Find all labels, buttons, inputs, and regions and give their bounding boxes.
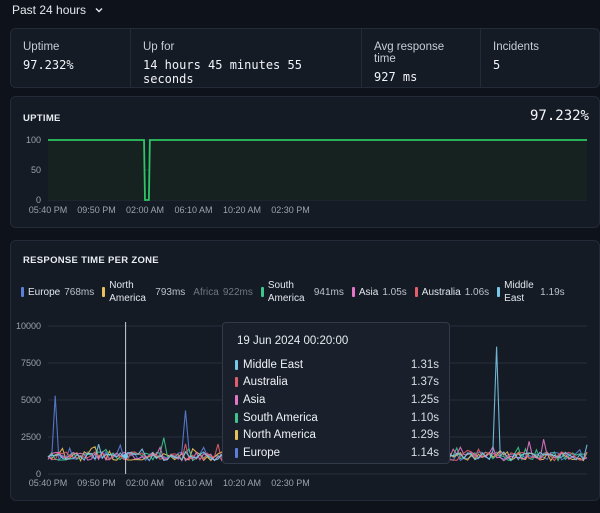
legend-zone-name: Middle East xyxy=(504,280,534,304)
response-x-tick: 10:20 AM xyxy=(223,478,261,488)
response-x-tick: 02:30 PM xyxy=(271,478,310,488)
stat-value: 97.232% xyxy=(23,58,74,72)
tooltip-row: North America 1.29s xyxy=(235,426,439,444)
tooltip-row: Middle East 1.31s xyxy=(235,356,439,374)
tooltip-swatch xyxy=(235,377,238,388)
legend-zone-name: Africa xyxy=(193,286,219,298)
legend-item-asia[interactable]: Asia 1.05s xyxy=(351,286,407,299)
response-y-tick: 7500 xyxy=(21,358,41,368)
chevron-down-icon xyxy=(95,8,103,13)
tooltip-rows: Middle East 1.31s Australia 1.37s Asia 1.25s S… xyxy=(235,356,439,462)
tooltip-zone-value: 1.14s xyxy=(410,446,439,459)
legend-item-middle-east[interactable]: Middle East 1.19s xyxy=(497,279,565,305)
time-range-selector[interactable]: Past 24 hours xyxy=(12,3,104,17)
tooltip-zone-name: Asia xyxy=(243,393,266,406)
response-y-tick: 2500 xyxy=(21,432,41,442)
uptime-x-tick: 02:00 AM xyxy=(126,205,164,215)
stat-value: 5 xyxy=(493,58,501,72)
tooltip-zone-name: Middle East xyxy=(243,358,304,371)
legend-zone-value: 1.05s xyxy=(382,286,407,298)
chart-tooltip: 19 Jun 2024 00:20:00 Middle East 1.31s Aus… xyxy=(222,322,450,464)
legend-zone-value: 768ms xyxy=(64,286,95,298)
stat-incidents: Incidents 5 xyxy=(481,29,599,87)
legend-swatch xyxy=(414,287,418,297)
legend-item-north-america[interactable]: North America 793ms xyxy=(102,279,185,305)
response-x-tick: 06:10 AM xyxy=(174,478,212,488)
uptime-title: UPTIME xyxy=(23,113,61,124)
uptime-x-tick: 05:40 PM xyxy=(29,205,68,215)
stat-value: 14 hours 45 minutes 55 seconds xyxy=(143,58,302,86)
response-time-title: RESPONSE TIME PER ZONE xyxy=(23,255,159,266)
legend-zone-name: South America xyxy=(267,280,305,304)
legend-swatch xyxy=(497,287,501,297)
legend-zone-value: 793ms xyxy=(155,286,186,298)
stat-label: Avg response time xyxy=(374,41,445,65)
legend-item-south-america[interactable]: South America 941ms xyxy=(260,279,344,305)
response-y-tick: 5000 xyxy=(21,395,41,405)
legend-item-europe[interactable]: Europe 768ms xyxy=(21,286,94,299)
zone-legend: Europe 768ms North America 793ms Africa 922ms… xyxy=(21,277,600,307)
response-x-tick: 02:00 AM xyxy=(126,478,164,488)
tooltip-swatch xyxy=(235,359,238,370)
response-y-tick: 10000 xyxy=(16,321,41,331)
response-x-tick: 09:50 PM xyxy=(77,478,116,488)
stat-label: Uptime xyxy=(23,41,60,53)
tooltip-swatch xyxy=(235,412,238,423)
legend-zone-value: 1.19s xyxy=(540,286,565,298)
tooltip-zone-value: 1.10s xyxy=(410,411,439,424)
tooltip-zone-name: Australia xyxy=(243,376,288,389)
legend-swatch xyxy=(21,287,24,297)
response-x-tick: 05:40 PM xyxy=(29,478,68,488)
uptime-x-tick: 10:20 AM xyxy=(223,205,261,215)
tooltip-zone-value: 1.29s xyxy=(410,429,439,442)
tooltip-zone-value: 1.37s xyxy=(410,376,439,389)
legend-zone-name: Australia xyxy=(421,286,461,298)
legend-zone-name: Asia xyxy=(358,286,379,298)
tooltip-zone-name: North America xyxy=(243,429,316,442)
legend-zone-name: North America xyxy=(109,280,146,304)
uptime-x-tick: 09:50 PM xyxy=(77,205,116,215)
stat-label: Incidents xyxy=(493,41,540,53)
stat-up-for: Up for 14 hours 45 minutes 55 seconds xyxy=(131,29,362,87)
tooltip-row: Asia 1.25s xyxy=(235,391,439,409)
uptime-value: 97.232% xyxy=(529,108,589,124)
uptime-x-tick: 02:30 PM xyxy=(271,205,310,215)
stat-uptime: Uptime 97.232% xyxy=(11,29,131,87)
tooltip-zone-value: 1.31s xyxy=(410,358,439,371)
tooltip-date: 19 Jun 2024 00:20:00 xyxy=(237,335,349,347)
uptime-area xyxy=(48,140,587,200)
tooltip-swatch xyxy=(235,447,238,458)
legend-zone-value: 941ms xyxy=(313,286,344,298)
tooltip-swatch xyxy=(235,430,238,441)
hover-point xyxy=(123,453,129,459)
legend-zone-value: 1.06s xyxy=(464,286,490,298)
stat-label: Up for xyxy=(143,41,175,53)
tooltip-zone-name: Europe xyxy=(243,446,281,459)
uptime-y-tick: 100 xyxy=(26,135,41,145)
stat-value: 927 ms xyxy=(374,70,418,84)
tooltip-swatch xyxy=(235,394,238,405)
tooltip-row: South America 1.10s xyxy=(235,409,439,427)
stat-avg-response: Avg response time 927 ms xyxy=(362,29,481,87)
legend-zone-name: Europe xyxy=(28,286,61,298)
legend-swatch xyxy=(102,287,106,297)
uptime-x-tick: 06:10 AM xyxy=(174,205,212,215)
legend-swatch xyxy=(260,287,264,297)
uptime-chart[interactable]: 0 50 100 05:40 PM 09:50 PM 02:00 AM 06:10 AM 10… xyxy=(0,130,600,220)
tooltip-row: Australia 1.37s xyxy=(235,374,439,392)
tooltip-row: Europe 1.14s xyxy=(235,444,439,462)
time-range-label: Past 24 hours xyxy=(12,3,87,17)
uptime-y-tick: 0 xyxy=(36,195,41,205)
legend-item-africa[interactable]: Africa 922ms xyxy=(193,286,253,299)
legend-swatch xyxy=(351,287,355,297)
tooltip-zone-value: 1.25s xyxy=(410,393,439,406)
legend-item-australia[interactable]: Australia 1.06s xyxy=(414,286,490,299)
legend-zone-value: 922ms xyxy=(222,286,253,298)
uptime-y-tick: 50 xyxy=(31,165,41,175)
tooltip-zone-name: South America xyxy=(243,411,318,424)
stats-panel: Uptime 97.232% Up for 14 hours 45 minute… xyxy=(10,28,600,88)
